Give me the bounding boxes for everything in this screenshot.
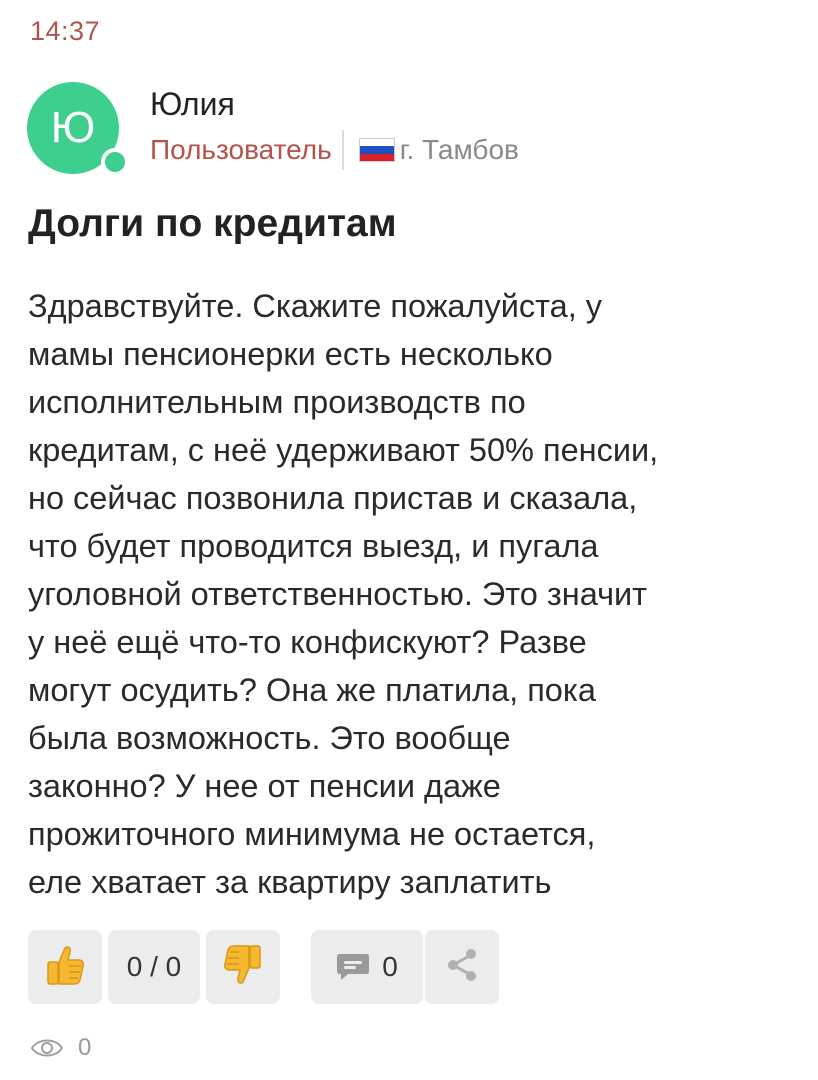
comments-button[interactable]: 0 bbox=[311, 930, 423, 1004]
meta-divider bbox=[341, 130, 344, 170]
post-body: Здравствуйте. Скажите пожалуйста, у мамы… bbox=[28, 288, 659, 900]
views-counter: 0 bbox=[30, 1030, 91, 1066]
author-meta: Пользователь г. Тамбов bbox=[150, 130, 519, 170]
share-button[interactable] bbox=[425, 930, 499, 1004]
dislike-button[interactable] bbox=[206, 930, 280, 1004]
share-icon bbox=[444, 947, 480, 988]
eye-icon bbox=[30, 1036, 64, 1060]
status-time: 14:37 bbox=[30, 16, 101, 46]
comment-icon bbox=[336, 952, 370, 982]
author-city: г. Тамбов bbox=[399, 134, 519, 165]
rating-score: 0 / 0 bbox=[108, 930, 200, 1004]
online-status-dot bbox=[101, 148, 129, 176]
thumbs-down-icon bbox=[223, 944, 263, 991]
comments-count: 0 bbox=[382, 951, 398, 982]
views-count: 0 bbox=[78, 1034, 92, 1061]
russia-flag-icon bbox=[359, 139, 394, 161]
author-role: Пользователь bbox=[150, 134, 332, 165]
thumbs-up-icon bbox=[45, 944, 85, 991]
like-button[interactable] bbox=[28, 930, 102, 1004]
rating-score-label: 0 / 0 bbox=[126, 951, 182, 982]
author-name[interactable]: Юлия bbox=[150, 86, 235, 123]
post-title: Долги по кредитам bbox=[28, 202, 397, 245]
avatar-letter: Ю bbox=[50, 103, 96, 152]
